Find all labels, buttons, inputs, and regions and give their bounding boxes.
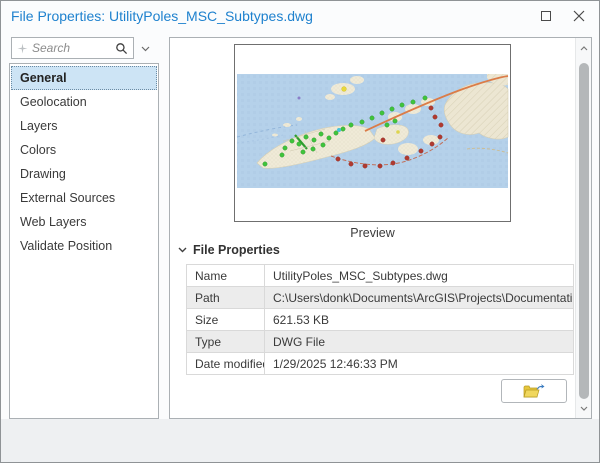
sidebar-item-geolocation[interactable]: Geolocation xyxy=(11,90,157,114)
property-label: Path xyxy=(187,287,265,309)
section-collapse-icon xyxy=(178,247,187,253)
scroll-up-button[interactable] xyxy=(576,40,592,56)
dialog-footer: OK Cancel xyxy=(1,419,599,463)
map-preview-image xyxy=(235,45,510,221)
search-box xyxy=(11,37,134,59)
file-properties-section-header[interactable]: File Properties xyxy=(178,243,280,257)
maximize-icon xyxy=(541,11,551,21)
preview-caption: Preview xyxy=(234,226,511,240)
property-label: Name xyxy=(187,265,265,287)
chevron-down-icon xyxy=(580,406,588,411)
vertical-scrollbar[interactable] xyxy=(575,38,591,418)
file-properties-dialog: File Properties: UtilityPoles_MSC_Subtyp… xyxy=(0,0,600,463)
general-page-panel: Preview File Properties Name UtilityPole… xyxy=(169,37,592,419)
sidebar-item-web-layers[interactable]: Web Layers xyxy=(11,210,157,234)
open-folder-icon xyxy=(523,383,545,400)
properties-nav-list: General Geolocation Layers Colors Drawin… xyxy=(9,63,159,419)
maximize-button[interactable] xyxy=(531,4,561,28)
sidebar-item-colors[interactable]: Colors xyxy=(11,138,157,162)
property-value: UtilityPoles_MSC_Subtypes.dwg xyxy=(265,265,574,287)
close-button[interactable] xyxy=(564,4,594,28)
dialog-title: File Properties: UtilityPoles_MSC_Subtyp… xyxy=(11,1,313,31)
property-label: Size xyxy=(187,309,265,331)
table-row-name: Name UtilityPoles_MSC_Subtypes.dwg xyxy=(187,265,574,287)
browse-folder-button[interactable] xyxy=(501,379,567,403)
sidebar-item-general[interactable]: General xyxy=(11,66,157,90)
scrollbar-thumb[interactable] xyxy=(579,63,589,399)
sidebar-item-layers[interactable]: Layers xyxy=(11,114,157,138)
search-options-icon xyxy=(17,43,28,54)
property-value: 1/29/2025 12:46:33 PM xyxy=(265,353,574,375)
property-label: Date modified xyxy=(187,353,265,375)
title-bar: File Properties: UtilityPoles_MSC_Subtyp… xyxy=(1,1,599,31)
table-row-date-modified: Date modified 1/29/2025 12:46:33 PM xyxy=(187,353,574,375)
search-icon[interactable] xyxy=(115,42,128,55)
property-value: DWG File xyxy=(265,331,574,353)
search-dropdown-button[interactable] xyxy=(138,44,152,54)
section-title: File Properties xyxy=(193,243,280,257)
preview-box xyxy=(234,44,511,222)
sidebar-item-external-sources[interactable]: External Sources xyxy=(11,186,157,210)
sidebar-item-validate-position[interactable]: Validate Position xyxy=(11,234,157,258)
scroll-down-button[interactable] xyxy=(576,400,592,416)
property-value: C:\Users\donk\Documents\ArcGIS\Projects\… xyxy=(265,287,574,309)
table-row-type: Type DWG File xyxy=(187,331,574,353)
property-label: Type xyxy=(187,331,265,353)
close-icon xyxy=(573,10,585,22)
chevron-up-icon xyxy=(580,46,588,51)
chevron-down-icon xyxy=(141,46,150,52)
file-properties-table: Name UtilityPoles_MSC_Subtypes.dwg Path … xyxy=(186,264,574,375)
search-input[interactable] xyxy=(32,41,111,55)
table-row-path: Path C:\Users\donk\Documents\ArcGIS\Proj… xyxy=(187,287,574,309)
table-row-size: Size 621.53 KB xyxy=(187,309,574,331)
sidebar-item-drawing[interactable]: Drawing xyxy=(11,162,157,186)
property-value: 621.53 KB xyxy=(265,309,574,331)
